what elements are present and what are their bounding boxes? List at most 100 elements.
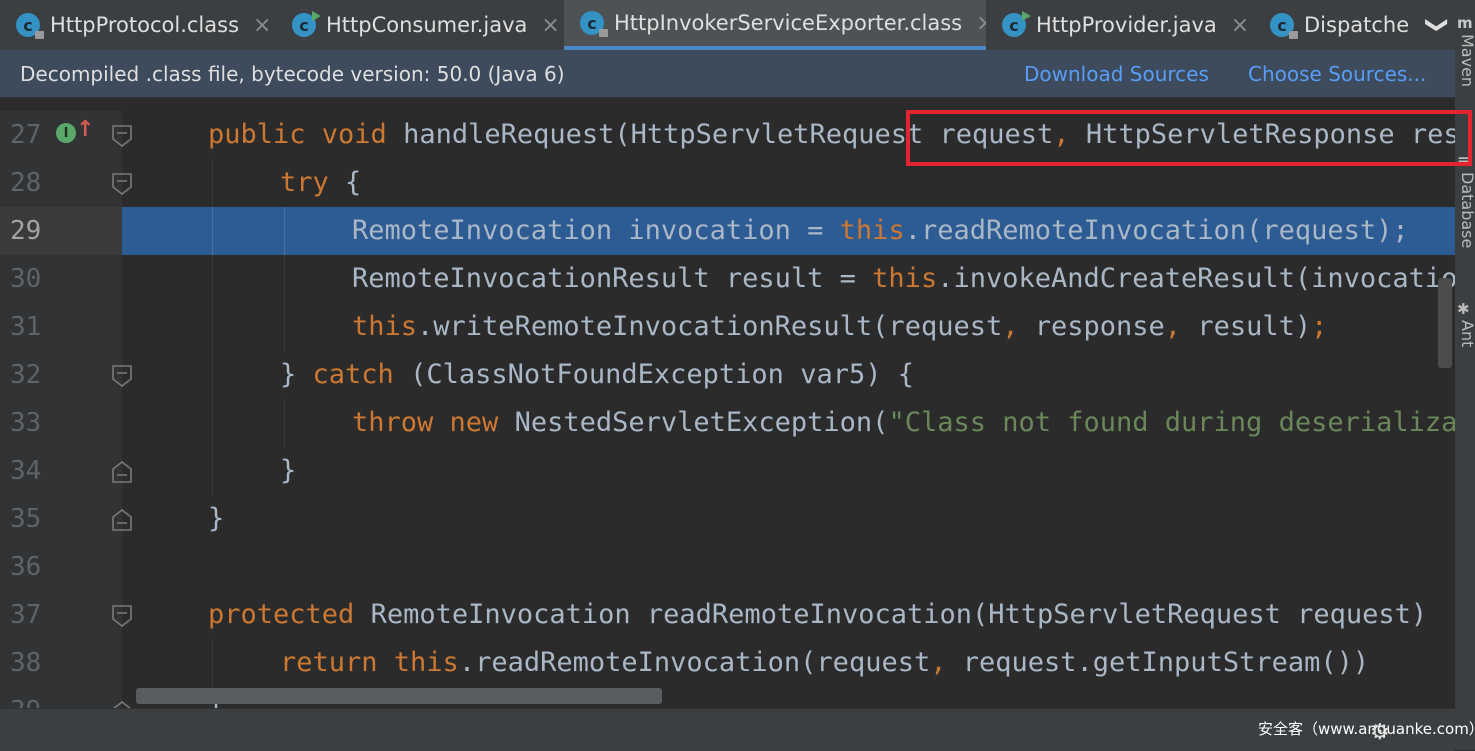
line-number: 38 [10, 648, 42, 678]
code-token: RemoteInvocation invocation = [352, 215, 840, 246]
watermark-text: 安全客（www.anquanke.com） [1258, 720, 1475, 738]
keyword-token: try [280, 167, 346, 198]
indent-guide [284, 207, 285, 255]
code-editor[interactable]: 27 public void handleRequest(HttpServletR… [0, 98, 1455, 708]
keyword-token: this [839, 215, 905, 246]
fold-marker-icon[interactable] [112, 125, 132, 147]
code-token: .writeRemoteInvocationResult(request [417, 311, 1003, 342]
indent-guide [212, 303, 213, 351]
banner-text: Decompiled .class file, bytecode version… [20, 62, 565, 86]
run-badge-icon [312, 11, 321, 21]
lock-icon [1289, 31, 1298, 39]
line-number: 36 [10, 552, 42, 582]
code-line[interactable]: 33 throw new NestedServletException("Clas… [0, 399, 1455, 447]
code-token: RemoteInvocation readRemoteInvocation(Ht… [370, 599, 1428, 630]
line-number: 30 [10, 264, 42, 294]
code-text: return this.readRemoteInvocation(request… [280, 639, 1369, 687]
code-text: RemoteInvocation invocation = this.readR… [352, 207, 1409, 255]
download-sources-link[interactable]: Download Sources [1024, 50, 1209, 98]
code-text: } [280, 447, 296, 495]
code-line[interactable]: 28 try { [0, 159, 1455, 207]
code-text: } [208, 495, 224, 543]
code-text: this.writeRemoteInvocationResult(request… [352, 303, 1327, 351]
code-line[interactable]: 30 RemoteInvocationResult result = this.i… [0, 255, 1455, 303]
line-number: 28 [10, 168, 42, 198]
editor-tab[interactable]: cHttpInvokerServiceExporter.class × [564, 0, 986, 50]
lock-icon [599, 29, 608, 37]
line-number: 34 [10, 456, 42, 486]
code-line[interactable]: 29 RemoteInvocation invocation = this.rea… [0, 207, 1455, 255]
code-token: NestedServletException( [514, 407, 889, 438]
class-file-icon: c [16, 13, 44, 39]
fold-marker-icon[interactable] [112, 701, 132, 708]
status-bar [0, 708, 1455, 751]
editor-tab[interactable]: c HttpConsumer.java × [276, 0, 564, 50]
code-text: throw new NestedServletException("Class … [352, 399, 1455, 447]
editor-tab[interactable]: c HttpProtocol.class × [0, 0, 276, 50]
line-number: 37 [10, 600, 42, 630]
fold-marker-icon[interactable] [112, 173, 132, 195]
code-token: RemoteInvocationResult result = [352, 263, 873, 294]
code-token: (ClassNotFoundException var5) { [410, 359, 914, 390]
editor-tab-bar: c HttpProtocol.class × c HttpConsumer.java × c… [0, 0, 1455, 50]
vertical-scrollbar[interactable] [1438, 278, 1452, 368]
code-token: } [280, 359, 313, 390]
fold-marker-icon[interactable] [112, 365, 132, 387]
code-token: .invokeAndCreateResult(invocation [937, 263, 1455, 294]
code-line[interactable]: 35} [0, 495, 1455, 543]
indent-guide [212, 399, 213, 447]
keyword-token: , [1002, 311, 1035, 342]
tab-label: HttpProtocol.class [50, 13, 240, 37]
line-number: 27 [10, 120, 42, 150]
tab-label: HttpProvider.java [1036, 13, 1217, 37]
maven-tool-tab[interactable]: Maven [1457, 34, 1475, 87]
close-tab-icon[interactable]: × [1231, 13, 1249, 38]
horizontal-scrollbar[interactable] [136, 688, 662, 704]
run-badge-icon [1022, 11, 1031, 21]
indent-guide [212, 255, 213, 303]
code-line[interactable]: 34} [0, 447, 1455, 495]
keyword-token: catch [312, 359, 411, 390]
tab-label: HttpConsumer.java [326, 13, 528, 37]
keyword-token: return this [280, 647, 459, 678]
indent-guide [284, 303, 285, 351]
code-text: RemoteInvocationResult result = this.inv… [352, 255, 1455, 303]
class-file-icon: c [580, 11, 608, 37]
java-class-icon: c [292, 11, 321, 37]
code-line[interactable]: 32} catch (ClassNotFoundException var5) … [0, 351, 1455, 399]
implements-marker-icon[interactable]: I [56, 123, 76, 143]
code-token: } [280, 455, 297, 486]
indent-guide [212, 447, 213, 495]
ant-tool-tab[interactable]: Ant [1457, 320, 1475, 347]
indent-guide [212, 351, 213, 399]
close-tab-icon[interactable]: × [541, 13, 559, 38]
code-token: { [345, 167, 362, 198]
indent-guide [212, 207, 213, 255]
keyword-token: this [872, 263, 938, 294]
fold-marker-icon[interactable] [112, 461, 132, 483]
override-arrow-icon[interactable]: ↑ [76, 117, 94, 142]
fold-marker-icon[interactable] [112, 509, 132, 531]
close-tab-icon[interactable]: × [976, 11, 986, 36]
line-number: 32 [10, 360, 42, 390]
gear-icon: ⚙ [1370, 720, 1390, 745]
editor-tab[interactable]: c Dispatche [1254, 0, 1420, 50]
indent-guide [284, 399, 285, 447]
editor-tab[interactable]: c HttpProvider.java × [986, 0, 1254, 50]
code-text: try { [280, 159, 361, 207]
indent-guide [284, 255, 285, 303]
code-line[interactable]: 36 [0, 543, 1455, 591]
code-line[interactable]: 31 this.writeRemoteInvocationResult(reque… [0, 303, 1455, 351]
close-tab-icon[interactable]: × [253, 13, 271, 38]
ant-icon: ✱ [1457, 300, 1470, 318]
code-token: .readRemoteInvocation(request [458, 647, 931, 678]
line-number: 31 [10, 312, 42, 342]
database-tool-tab[interactable]: Database [1457, 172, 1475, 248]
choose-sources-link[interactable]: Choose Sources... [1248, 50, 1426, 98]
line-number: 33 [10, 408, 42, 438]
code-line[interactable]: 37 protected RemoteInvocation readRemoteI… [0, 591, 1455, 639]
line-number: 35 [10, 504, 42, 534]
code-line[interactable]: 38 return this.readRemoteInvocation(reque… [0, 639, 1455, 687]
fold-marker-icon[interactable] [112, 605, 132, 627]
code-text: protected RemoteInvocation readRemoteInv… [208, 591, 1427, 639]
